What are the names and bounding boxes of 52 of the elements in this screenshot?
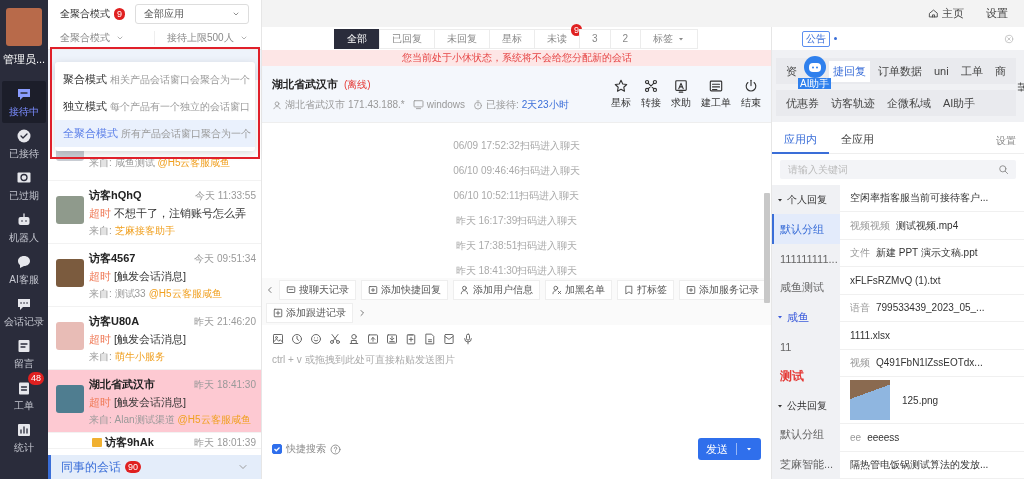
os-text: windows	[426, 99, 466, 110]
status-label: (离线)	[344, 77, 371, 92]
quick-search-label: 快捷搜索	[286, 442, 326, 456]
visitor-name: 访客hQhQ	[89, 188, 142, 203]
count-badge: 90	[125, 461, 141, 473]
reply-type-label: 视频	[850, 355, 870, 370]
system-message: 昨天 17:38:51扫码进入聊天	[455, 239, 578, 253]
message-preview: [触发会话消息]	[114, 269, 187, 284]
source-label: 来自: Alan测试渠道	[89, 413, 175, 427]
ip-text: 171.43.188.*	[348, 99, 405, 110]
reply-type-label: ee	[850, 431, 862, 443]
timeout-status: 超时	[89, 395, 111, 410]
user-name: 管理员...	[2, 52, 46, 67]
source-label: 来自:	[89, 224, 112, 238]
chat-title: 湖北省武汉市	[272, 76, 338, 92]
notice-banner: 您当前处于小休状态，系统将不会给您分配新的会话	[262, 50, 771, 66]
system-message: 06/10 10:52:11扫码进入聊天	[453, 189, 580, 203]
message-time: 昨天 18:41:30	[194, 377, 256, 392]
reply-type-label: 文件	[850, 246, 870, 261]
reply-type-label: 语音	[850, 300, 870, 315]
duration-value: 2天23小时	[521, 97, 569, 112]
timeout-status: 超时	[89, 269, 111, 284]
message-preview: [触发会话消息]	[114, 395, 187, 410]
timeout-status: 超时	[89, 206, 111, 221]
message-time: 昨天 21:46:20	[194, 314, 256, 329]
system-message: 06/09 17:52:32扫码进入聊天	[453, 139, 580, 153]
system-message: 06/10 09:46:46扫码进入聊天	[453, 164, 580, 178]
message-time: 今天 09:51:34	[194, 251, 256, 266]
visitor-name: 访客U80A	[89, 314, 140, 329]
location-text: 湖北省武汉市	[285, 97, 345, 112]
channel-name: @H5云客服咸鱼	[177, 413, 251, 427]
count-badge: 9	[114, 7, 125, 20]
system-message: 昨天 16:17:39扫码进入聊天	[455, 214, 578, 228]
channel-name: @H5云客服咸鱼	[148, 287, 222, 301]
duration-label: 已接待:	[486, 97, 519, 112]
channel-name: 芝麻接客助手	[114, 224, 175, 238]
visitor-name: 访客9hAk	[105, 435, 154, 450]
visitor-name: 湖北省武汉市	[89, 377, 155, 392]
reply-type-label: 视频视频	[850, 218, 890, 233]
message-time: 昨天 18:01:39	[194, 435, 256, 450]
message-preview: 不想干了，注销账号怎么弄	[114, 206, 246, 221]
announcement-tag: 公告	[802, 30, 830, 47]
count-badge: 48	[28, 372, 44, 385]
timeout-status: 超时	[89, 332, 111, 347]
source-label: 来自:	[89, 350, 112, 364]
mode-label: 全聚合模式	[60, 6, 110, 21]
channel-name: 萌牛小服务	[114, 350, 165, 364]
visitor-name: 访客4567	[89, 251, 136, 266]
system-message: 昨天 18:41:30扫码进入聊天	[455, 264, 578, 278]
message-time: 今天 11:33:55	[195, 188, 256, 203]
source-label: 来自: 测试33	[89, 287, 146, 301]
message-preview: [触发会话消息]	[114, 332, 187, 347]
